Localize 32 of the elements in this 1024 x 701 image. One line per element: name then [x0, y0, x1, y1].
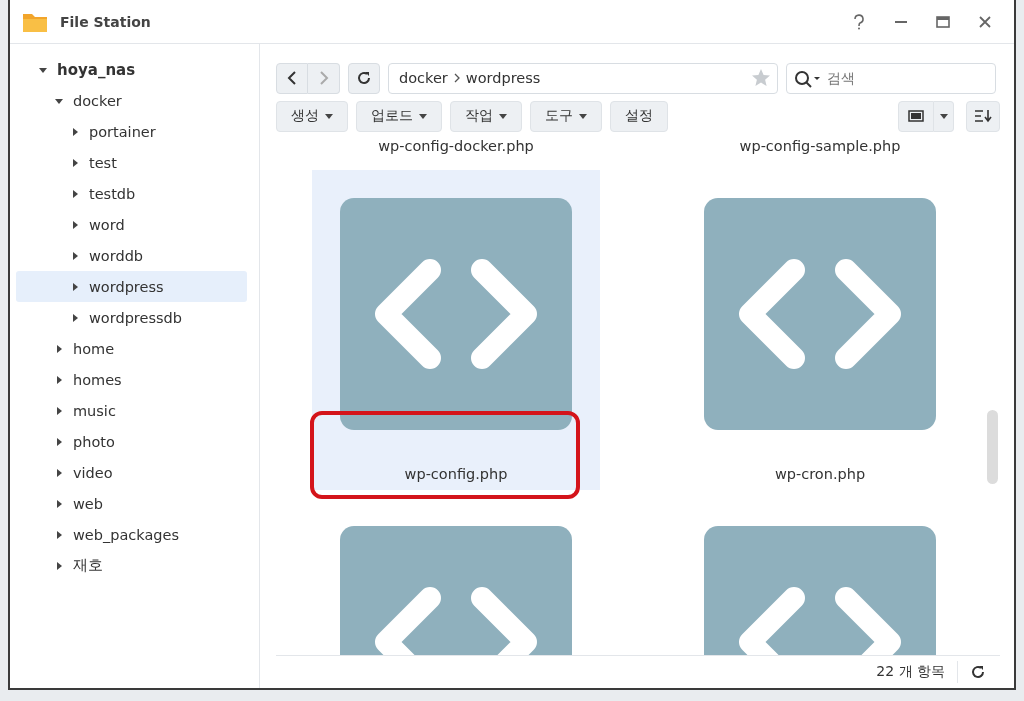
tree-item[interactable]: portainer: [16, 116, 247, 147]
tree-item[interactable]: web_packages: [16, 519, 247, 550]
tree-item[interactable]: wordpressdb: [16, 302, 247, 333]
item-count: 22 개 항목: [876, 663, 945, 681]
tree-item[interactable]: testdb: [16, 178, 247, 209]
tree-item[interactable]: word: [16, 209, 247, 240]
tree-item[interactable]: docker: [16, 85, 247, 116]
file-item[interactable]: wp-cron.php: [676, 170, 964, 490]
breadcrumb[interactable]: docker: [399, 70, 448, 86]
tree-item[interactable]: photo: [16, 426, 247, 457]
tree-item[interactable]: test: [16, 147, 247, 178]
menu-button[interactable]: 생성: [276, 100, 348, 132]
tree-item[interactable]: home: [16, 333, 247, 364]
file-item[interactable]: wp-config.php: [312, 170, 600, 490]
window-title: File Station: [60, 13, 151, 30]
breadcrumb[interactable]: wordpress: [465, 70, 541, 86]
path-bar[interactable]: docker wordpress: [388, 62, 778, 94]
file-item[interactable]: wp-config-sample.php: [676, 140, 964, 162]
tree-item[interactable]: music: [16, 395, 247, 426]
menu-button[interactable]: 작업: [450, 100, 522, 132]
tree-item[interactable]: 재호: [16, 550, 247, 581]
tree-item[interactable]: hoya_nas: [16, 54, 247, 85]
menu-button[interactable]: 업로드: [356, 100, 442, 132]
search-field[interactable]: 검색: [786, 62, 996, 94]
menu-button[interactable]: 도구: [530, 100, 602, 132]
settings-button[interactable]: 설정: [610, 100, 668, 132]
file-item[interactable]: wp-config-docker.php: [312, 140, 600, 162]
tree-item[interactable]: homes: [16, 364, 247, 395]
tree-item[interactable]: video: [16, 457, 247, 488]
tree-item[interactable]: worddb: [16, 240, 247, 271]
tree-item[interactable]: web: [16, 488, 247, 519]
tree-item[interactable]: wordpress: [16, 271, 247, 302]
